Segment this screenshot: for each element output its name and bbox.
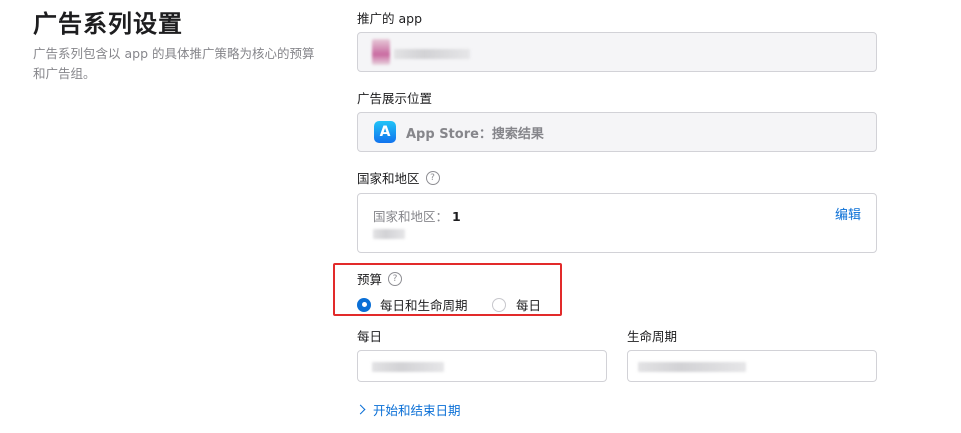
placement-value: App Store：搜索结果 <box>406 126 544 142</box>
daily-budget-input[interactable] <box>357 350 607 382</box>
promoted-app-field[interactable] <box>357 32 877 72</box>
section-description: 广告系列包含以 app 的具体推广策略为核心的预算和广告组。 <box>33 46 315 81</box>
lifetime-budget-input[interactable] <box>627 350 877 382</box>
countries-field: 国家和地区： 1 编辑 <box>357 193 877 253</box>
budget-label: 预算 ? <box>357 269 403 288</box>
countries-label: 国家和地区 ? <box>357 168 440 187</box>
placement-label: 广告展示位置 <box>357 91 433 106</box>
daily-budget-label: 每日 <box>357 329 383 344</box>
app-name-redacted <box>394 49 470 59</box>
promoted-app-label: 推广的 app <box>357 11 423 26</box>
countries-summary: 国家和地区： 1 <box>373 209 461 224</box>
lifetime-budget-label: 生命周期 <box>627 329 678 344</box>
help-icon[interactable]: ? <box>388 271 403 286</box>
start-end-dates-link[interactable]: 开始和结束日期 <box>355 400 461 419</box>
budget-option-daily[interactable]: 每日 <box>492 295 541 314</box>
chevron-right-icon <box>355 404 366 415</box>
edit-countries-link[interactable]: 编辑 <box>835 204 861 223</box>
countries-count: 1 <box>452 209 461 224</box>
budget-option-daily-and-lifetime[interactable]: 每日和生命周期 <box>357 295 468 314</box>
radio-selected-icon[interactable] <box>357 297 371 312</box>
app-store-icon: A <box>374 121 396 143</box>
radio-unselected-icon[interactable] <box>492 297 506 312</box>
app-thumbnail <box>372 39 390 65</box>
help-icon[interactable]: ? <box>425 170 440 185</box>
page-title: 广告系列设置 <box>33 10 183 38</box>
country-name-redacted <box>373 229 405 239</box>
daily-budget-redacted <box>372 362 444 372</box>
placement-field[interactable]: A App Store：搜索结果 <box>357 112 877 152</box>
lifetime-budget-redacted <box>638 362 746 372</box>
